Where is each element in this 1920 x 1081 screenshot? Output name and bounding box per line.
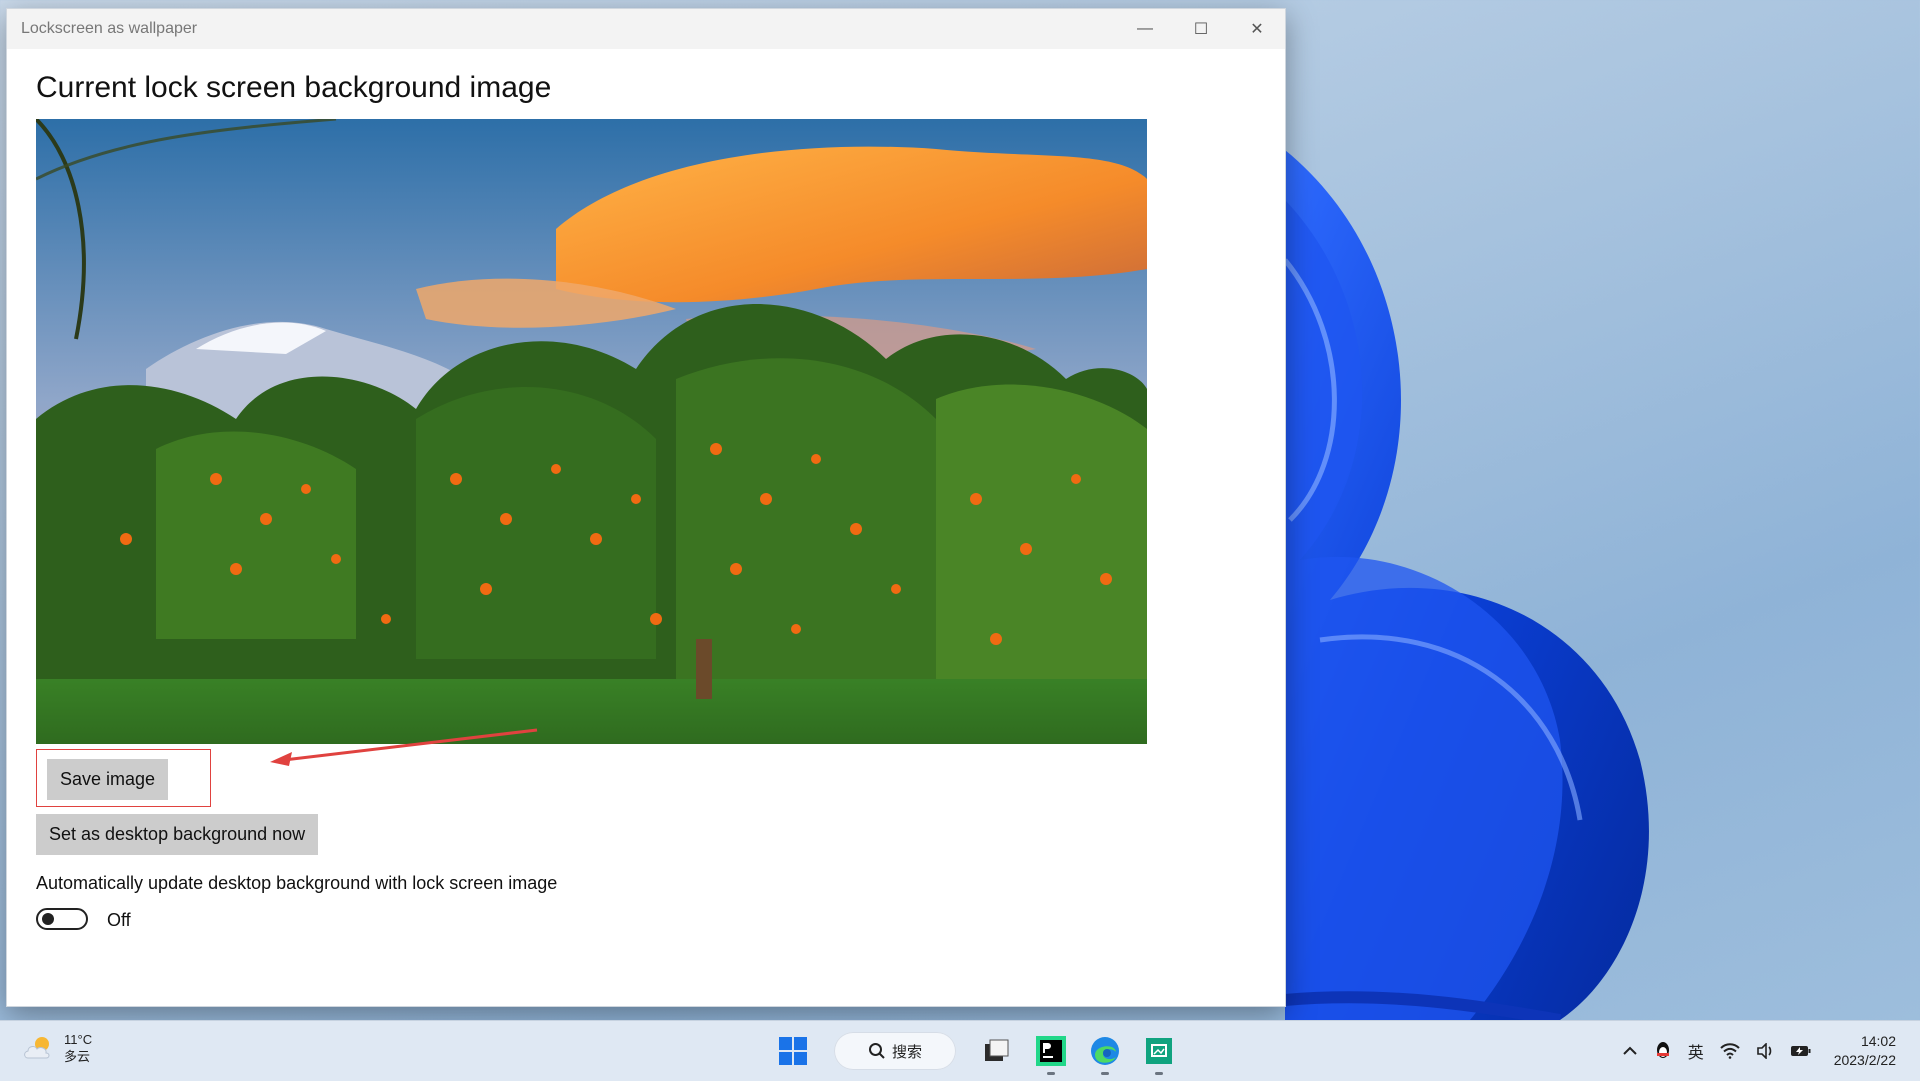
maximize-button[interactable]: ☐ xyxy=(1173,9,1229,49)
battery-charging-icon xyxy=(1790,1046,1811,1056)
toggle-state-label: Off xyxy=(107,910,131,930)
weather-desc: 多云 xyxy=(64,1049,91,1064)
start-button[interactable] xyxy=(773,1031,813,1071)
window-title: Lockscreen as wallpaper xyxy=(21,20,198,37)
task-view-button[interactable] xyxy=(977,1031,1017,1071)
toggle-knob xyxy=(42,913,54,925)
orange-grove-picture xyxy=(36,119,1147,744)
qq-tray-button[interactable] xyxy=(1654,1041,1672,1061)
chevron-up-icon xyxy=(1622,1046,1637,1055)
page-title: Current lock screen background image xyxy=(36,71,552,104)
running-indicator xyxy=(1101,1072,1109,1075)
system-tray: 英 14:02 2023/2/22 xyxy=(1614,1021,1920,1081)
lockscreen-app-icon xyxy=(1146,1038,1172,1064)
edge-browser-icon xyxy=(1091,1037,1119,1065)
pycharm-taskbar-button[interactable] xyxy=(1031,1031,1071,1075)
ime-indicator[interactable]: 英 xyxy=(1688,1039,1704,1063)
weather-widget[interactable]: 11°C 多云 xyxy=(22,1031,92,1065)
annotation-arrow xyxy=(270,728,538,766)
minimize-button[interactable]: — xyxy=(1117,9,1173,49)
battery-button[interactable] xyxy=(1790,1044,1812,1058)
speaker-icon xyxy=(1756,1043,1772,1059)
wifi-icon xyxy=(1719,1043,1740,1059)
app-window: Lockscreen as wallpaper — ☐ ✕ Current lo… xyxy=(6,8,1286,1007)
weather-temp: 11°C xyxy=(64,1032,93,1047)
qq-penguin-icon xyxy=(1656,1042,1669,1058)
running-indicator xyxy=(1047,1072,1055,1075)
pycharm-icon xyxy=(1036,1036,1066,1066)
auto-update-toggle[interactable] xyxy=(36,908,88,930)
taskbar-center: 搜索 xyxy=(766,1029,1186,1075)
save-image-button[interactable]: Save image xyxy=(47,759,169,800)
window-controls: — ☐ ✕ xyxy=(1117,9,1285,49)
running-indicator xyxy=(1155,1072,1163,1075)
auto-update-label: Automatically update desktop background … xyxy=(36,873,558,893)
set-desktop-background-button[interactable]: Set as desktop background now xyxy=(36,814,319,855)
volume-button[interactable] xyxy=(1756,1043,1774,1059)
taskbar: 11°C 多云 搜索 英 14:02 2023/2/22 xyxy=(0,1020,1920,1081)
search-label: 搜索 xyxy=(891,1043,922,1061)
show-hidden-icons-button[interactable] xyxy=(1622,1046,1638,1056)
cloudy-weather-icon xyxy=(24,1037,50,1059)
main-content: Current lock screen background image xyxy=(7,71,1285,744)
lock-screen-preview-image xyxy=(36,119,1147,744)
search-icon xyxy=(868,1043,885,1059)
task-view-icon xyxy=(985,1039,1009,1061)
clock-date: 2023/2/22 xyxy=(1833,1052,1896,1068)
edge-taskbar-button[interactable] xyxy=(1085,1031,1125,1075)
save-image-highlight: Save image xyxy=(36,749,211,807)
close-button[interactable]: ✕ xyxy=(1229,9,1285,49)
lockscreen-app-taskbar-button[interactable] xyxy=(1139,1031,1179,1075)
taskbar-search[interactable]: 搜索 xyxy=(834,1032,956,1070)
clock-time: 14:02 xyxy=(1860,1033,1896,1049)
title-bar: Lockscreen as wallpaper — ☐ ✕ xyxy=(7,9,1285,49)
taskbar-clock[interactable]: 14:02 2023/2/22 xyxy=(1834,1032,1896,1070)
network-button[interactable] xyxy=(1719,1043,1740,1059)
windows-logo-icon xyxy=(779,1037,807,1065)
